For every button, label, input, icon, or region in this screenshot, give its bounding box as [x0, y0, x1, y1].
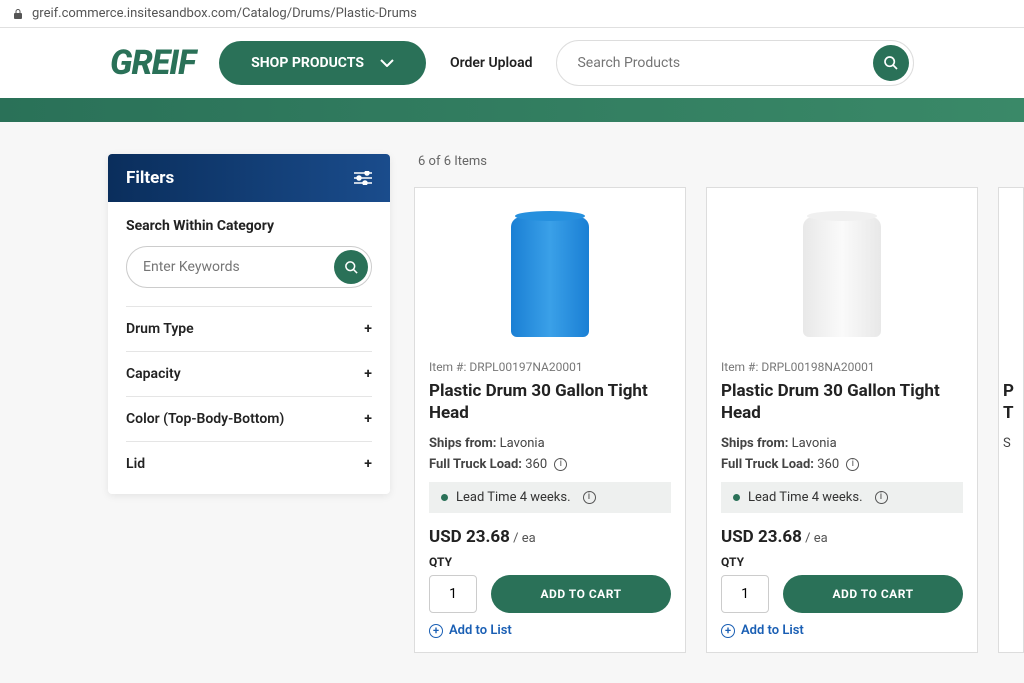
filter-row[interactable]: Drum Type + [126, 306, 372, 351]
filter-label: Color (Top-Body-Bottom) [126, 411, 284, 427]
shop-products-button[interactable]: SHOP PRODUCTS [219, 41, 426, 85]
qty-input[interactable] [429, 575, 477, 613]
add-to-cart-button[interactable]: ADD TO CART [491, 575, 671, 613]
filter-label: Capacity [126, 366, 181, 382]
lead-time-text: Lead Time 4 weeks. [456, 490, 571, 505]
filter-label: Drum Type [126, 321, 194, 337]
search-within-container [126, 246, 372, 288]
filter-row[interactable]: Color (Top-Body-Bottom) + [126, 396, 372, 441]
status-dot-icon [441, 494, 448, 501]
filters-title: Filters [126, 168, 174, 188]
search-input[interactable] [577, 55, 873, 71]
filters-header: Filters [108, 154, 390, 202]
qty-input[interactable] [721, 575, 769, 613]
product-title[interactable]: Plastic Drum 30 Gallon Tight Head [429, 380, 671, 424]
ships-from: Ships from: Lavonia [721, 436, 963, 451]
item-number: Item #: DRPL00197NA20001 [429, 360, 671, 374]
qty-row: ADD TO CART [429, 575, 671, 613]
ships-from: Ships from: Lavonia [429, 436, 671, 451]
add-to-list-link[interactable]: +Add to List [429, 623, 671, 638]
logo[interactable]: GREIF [110, 43, 195, 83]
lead-time-text: Lead Time 4 weeks. [748, 490, 863, 505]
search-within-button[interactable] [334, 250, 368, 284]
search-container [556, 40, 914, 86]
accent-band [0, 98, 1024, 122]
filter-row[interactable]: Capacity + [126, 351, 372, 396]
product-card: Item #: DRPL00198NA20001 Plastic Drum 30… [706, 187, 978, 653]
status-dot-icon [733, 494, 740, 501]
qty-label: QTY [429, 555, 671, 569]
search-icon [883, 55, 899, 71]
info-icon[interactable]: i [554, 458, 567, 471]
main-content: Filters Search Within Category Drum Type… [0, 122, 1024, 653]
lead-time-banner: Lead Time 4 weeks. i [429, 482, 671, 513]
product-title: PT [1003, 380, 1019, 424]
browser-address-bar: greif.commerce.insitesandbox.com/Catalog… [0, 0, 1024, 28]
products-area: 6 of 6 Items Item #: DRPL00197NA20001 Pl… [414, 154, 1024, 653]
product-card-partial: PTS [998, 187, 1024, 653]
info-icon[interactable]: i [583, 491, 596, 504]
info-icon[interactable]: i [846, 458, 859, 471]
chevron-down-icon [380, 59, 394, 67]
product-image [721, 202, 963, 352]
search-button[interactable] [873, 45, 909, 81]
item-number: Item #: DRPL00198NA20001 [721, 360, 963, 374]
order-upload-link[interactable]: Order Upload [450, 55, 533, 71]
plus-icon: + [364, 366, 372, 382]
search-within-input[interactable] [143, 259, 334, 275]
full-truck-load: Full Truck Load: 360 i [429, 457, 671, 472]
drum-icon [511, 217, 589, 337]
add-to-list-link[interactable]: +Add to List [721, 623, 963, 638]
full-truck-load: Full Truck Load: 360 i [721, 457, 963, 472]
lock-icon [12, 8, 24, 20]
plus-circle-icon: + [721, 624, 735, 638]
plus-icon: + [364, 456, 372, 472]
product-image [429, 202, 671, 352]
price: USD 23.68 / ea [429, 527, 671, 547]
qty-row: ADD TO CART [721, 575, 963, 613]
filter-row[interactable]: Lid + [126, 441, 372, 486]
info-icon[interactable]: i [875, 491, 888, 504]
search-within-label: Search Within Category [126, 218, 372, 234]
qty-label: QTY [721, 555, 963, 569]
add-to-cart-button[interactable]: ADD TO CART [783, 575, 963, 613]
price: USD 23.68 / ea [721, 527, 963, 547]
sliders-icon[interactable] [354, 171, 372, 185]
product-title[interactable]: Plastic Drum 30 Gallon Tight Head [721, 380, 963, 424]
filters-panel: Filters Search Within Category Drum Type… [108, 154, 390, 494]
plus-icon: + [364, 321, 372, 337]
product-card: Item #: DRPL00197NA20001 Plastic Drum 30… [414, 187, 686, 653]
shop-products-label: SHOP PRODUCTS [251, 55, 364, 71]
search-icon [344, 260, 359, 275]
url-text: greif.commerce.insitesandbox.com/Catalog… [32, 6, 417, 21]
drum-icon [803, 217, 881, 337]
filter-label: Lid [126, 456, 145, 472]
site-header: GREIF SHOP PRODUCTS Order Upload [0, 28, 1024, 98]
plus-icon: + [364, 411, 372, 427]
lead-time-banner: Lead Time 4 weeks. i [721, 482, 963, 513]
plus-circle-icon: + [429, 624, 443, 638]
results-count: 6 of 6 Items [414, 154, 1024, 169]
